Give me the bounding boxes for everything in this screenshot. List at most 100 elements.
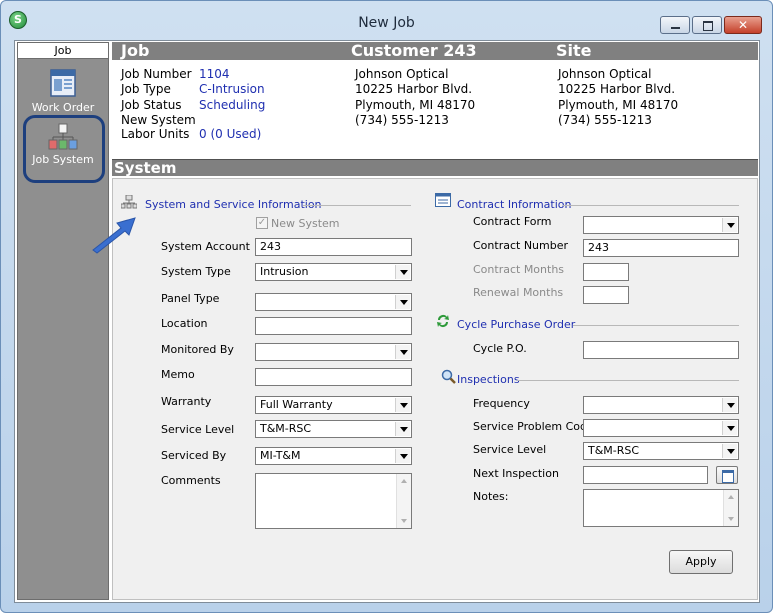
cycle-po-label: Cycle P.O.	[473, 342, 527, 355]
customer-name: Johnson Optical	[355, 67, 449, 81]
section-title: System	[112, 159, 758, 177]
work-order-icon	[50, 69, 76, 97]
contract-form-select[interactable]	[583, 216, 739, 234]
frequency-label: Frequency	[473, 397, 530, 410]
job-number[interactable]: 1104	[199, 66, 230, 82]
selection-highlight	[23, 115, 105, 183]
panel-type-label: Panel Type	[161, 292, 220, 305]
job-number-label: Job Number	[121, 67, 192, 81]
memo-field[interactable]	[255, 368, 412, 386]
contract-form-label: Contract Form	[473, 215, 552, 228]
inspection-service-level-value: T&M-RSC	[588, 444, 640, 457]
new-system-checkbox-label: New System	[271, 217, 340, 230]
inspection-service-level-select[interactable]: T&M-RSC	[583, 442, 739, 460]
header-customer: Customer 243	[351, 41, 477, 60]
system-form: System and Service Information ✓ New Sys…	[112, 178, 758, 600]
calendar-icon[interactable]	[716, 466, 738, 484]
system-type-label: System Type	[161, 265, 231, 278]
sidebar-item-label: Work Order	[31, 101, 95, 114]
site-name: Johnson Optical	[558, 67, 652, 81]
new-system-checkbox[interactable]: ✓	[256, 217, 268, 229]
contract-months-label: Contract Months	[473, 263, 565, 276]
notes-label: Notes:	[473, 490, 509, 503]
warranty-value: Full Warranty	[260, 398, 333, 411]
labor-units-label: Labor Units	[121, 127, 190, 141]
renewal-months-field[interactable]	[583, 286, 629, 304]
frequency-select[interactable]	[583, 396, 739, 414]
system-account-label: System Account	[161, 240, 250, 253]
notes-field[interactable]	[583, 489, 739, 527]
contract-months-field[interactable]	[583, 263, 629, 281]
job-type[interactable]: C-Intrusion	[199, 81, 265, 97]
job-status[interactable]: Scheduling	[199, 97, 265, 113]
service-problem-code-select[interactable]	[583, 419, 739, 437]
callout-arrow-icon	[92, 217, 136, 254]
monitored-by-select[interactable]	[255, 343, 412, 361]
serviced-by-label: Serviced By	[161, 449, 227, 462]
service-level-select[interactable]: T&M-RSC	[255, 420, 412, 438]
next-inspection-label: Next Inspection	[473, 467, 559, 480]
system-type-select[interactable]: Intrusion	[255, 263, 412, 281]
window-title: New Job	[358, 15, 415, 31]
client-area: Job Work Order Job System Job Customer 2…	[14, 40, 760, 603]
customer-city: Plymouth, MI 48170	[355, 98, 476, 112]
sidebar-item-work-order[interactable]: Work Order	[20, 69, 106, 119]
cycle-po-field[interactable]	[583, 341, 739, 359]
divider	[573, 325, 739, 326]
divider	[563, 205, 739, 206]
system-type-value: Intrusion	[260, 265, 309, 278]
header-job: Job	[121, 41, 150, 60]
close-button[interactable]: ✕	[724, 16, 762, 34]
divider	[303, 205, 411, 206]
location-field[interactable]	[255, 317, 412, 335]
site-address: 10225 Harbor Blvd.	[558, 82, 676, 96]
scrollbar[interactable]	[396, 474, 411, 528]
next-inspection-field[interactable]	[583, 466, 708, 484]
job-type-label: Job Type	[121, 82, 171, 96]
maximize-button[interactable]	[692, 16, 722, 34]
chevron-down-icon[interactable]	[395, 398, 410, 412]
title-bar[interactable]: S New Job ✕	[1, 1, 772, 35]
cycle-icon	[437, 315, 449, 327]
window: S New Job ✕ Job Work Order Job System Jo…	[0, 0, 773, 613]
service-level-label: Service Level	[161, 423, 235, 436]
customer-address: 10225 Harbor Blvd.	[355, 82, 473, 96]
minimize-button[interactable]	[660, 16, 690, 34]
comments-field[interactable]	[255, 473, 412, 529]
apply-button[interactable]: Apply	[669, 550, 733, 574]
contract-icon	[435, 193, 451, 207]
comments-label: Comments	[161, 474, 221, 487]
sidebar-header: Job	[18, 43, 108, 59]
contract-number-field[interactable]: 243	[583, 239, 739, 257]
panel-type-select[interactable]	[255, 293, 412, 311]
close-icon: ✕	[737, 18, 749, 32]
job-status-label: Job Status	[121, 98, 182, 112]
monitored-by-label: Monitored By	[161, 343, 234, 356]
chevron-down-icon[interactable]	[395, 422, 410, 436]
contract-info-title: Contract Information	[457, 198, 572, 211]
chevron-down-icon[interactable]	[722, 444, 737, 458]
chevron-down-icon[interactable]	[395, 345, 410, 359]
chevron-down-icon[interactable]	[722, 421, 737, 435]
labor-units[interactable]: 0 (0 Used)	[199, 126, 261, 142]
system-info-title: System and Service Information	[145, 198, 322, 211]
chevron-down-icon[interactable]	[722, 398, 737, 412]
chevron-down-icon[interactable]	[395, 295, 410, 309]
inspections-title: Inspections	[457, 373, 520, 386]
warranty-label: Warranty	[161, 395, 212, 408]
customer-phone: (734) 555-1213	[355, 113, 449, 127]
chevron-down-icon[interactable]	[722, 218, 737, 232]
inspection-service-level-label: Service Level	[473, 443, 547, 456]
renewal-months-label: Renewal Months	[473, 286, 564, 299]
chevron-down-icon[interactable]	[395, 449, 410, 463]
chevron-down-icon[interactable]	[395, 265, 410, 279]
location-label: Location	[161, 317, 208, 330]
contract-number-label: Contract Number	[473, 239, 569, 252]
serviced-by-select[interactable]: MI-T&M	[255, 447, 412, 465]
serviced-by-value: MI-T&M	[260, 449, 301, 462]
system-account-field[interactable]: 243	[255, 238, 412, 256]
search-icon	[441, 369, 456, 384]
header-site: Site	[556, 41, 592, 60]
scrollbar[interactable]	[723, 490, 738, 526]
warranty-select[interactable]: Full Warranty	[255, 396, 412, 414]
